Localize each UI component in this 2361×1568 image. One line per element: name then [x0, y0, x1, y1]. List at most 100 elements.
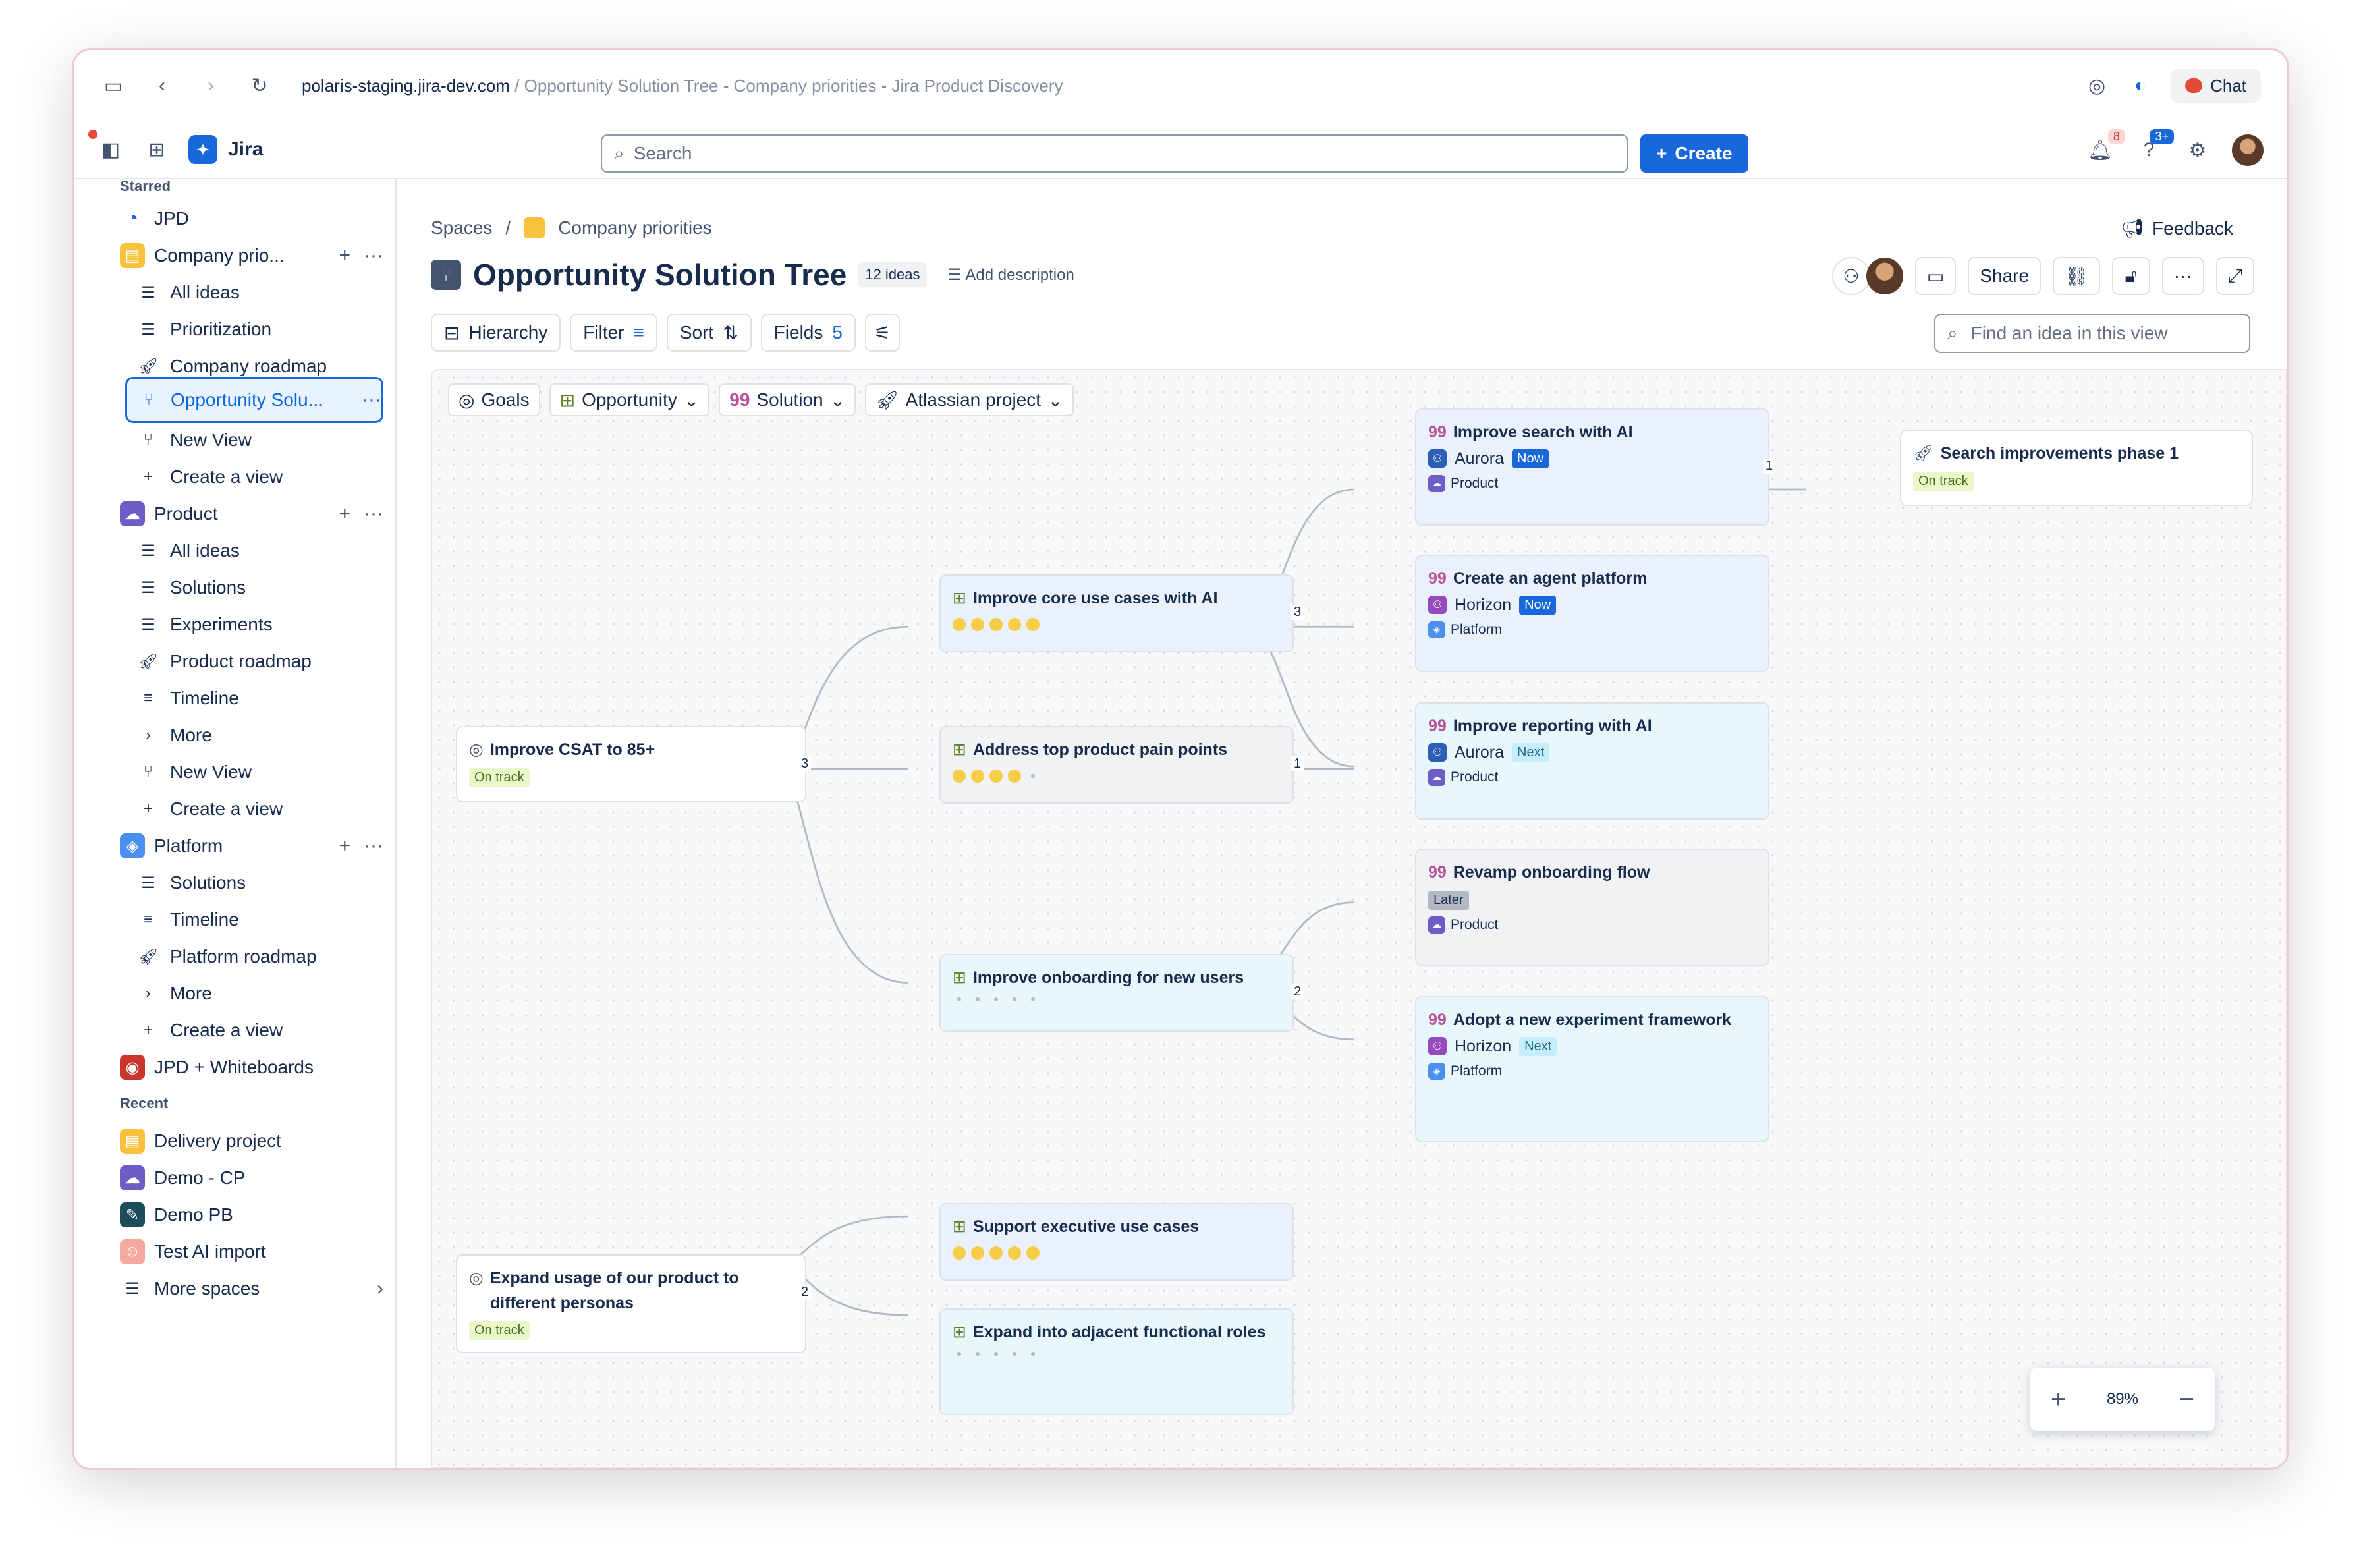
feedback-button[interactable]: 📢︎ Feedback: [2121, 217, 2233, 239]
sort-button[interactable]: Sort ⇅: [666, 314, 752, 352]
add-people-icon[interactable]: ⚇: [1831, 257, 1870, 295]
rocket-icon: 🚀︎: [875, 389, 899, 410]
opportunity-card[interactable]: ⊞ Address top product pain points: [939, 726, 1294, 804]
more-icon[interactable]: ···: [364, 503, 383, 525]
solution-chip[interactable]: 99 Solution ⌄: [719, 383, 856, 416]
app-switcher-icon[interactable]: ⊞: [142, 135, 171, 164]
address-bar[interactable]: polaris-staging.jira-dev.com / Opportuni…: [302, 76, 1063, 96]
share-button[interactable]: Share: [1968, 257, 2042, 295]
add-icon[interactable]: +: [339, 244, 350, 267]
collapse-sidebar-icon[interactable]: ◧: [88, 130, 125, 164]
sidebar-item-create-view[interactable]: + Create a view: [136, 792, 383, 826]
sidebar-item-company-priorities[interactable]: ▤ Company prio... + ···: [120, 238, 383, 273]
lock-button[interactable]: 🔓︎: [2111, 257, 2150, 295]
forward-icon[interactable]: ›: [198, 72, 224, 99]
more-actions-button[interactable]: ···: [2161, 257, 2204, 295]
create-button[interactable]: + Create: [1640, 134, 1748, 173]
team-icon: ⚇: [1428, 449, 1447, 468]
children-count[interactable]: 3: [1291, 605, 1304, 620]
filter-button[interactable]: Filter ≡: [570, 314, 657, 352]
fields-button[interactable]: Fields 5: [760, 314, 856, 352]
solution-card[interactable]: 99 Revamp onboarding flow Later ☁ Product: [1415, 849, 1769, 966]
opportunity-card[interactable]: ⊞ Improve core use cases with AI: [939, 574, 1294, 652]
jira-logo-icon[interactable]: ✦: [188, 135, 217, 164]
profile-avatar[interactable]: [2232, 134, 2264, 166]
sidebar-item-product-roadmap[interactable]: 🚀︎ Product roadmap: [136, 644, 383, 679]
settings-icon[interactable]: ⚙: [2183, 136, 2212, 165]
sidebar-item-demo-pb[interactable]: ✎ Demo PB: [120, 1198, 383, 1232]
sidebar-item-jpd-whiteboards[interactable]: ◉ JPD + Whiteboards: [120, 1050, 383, 1084]
find-idea-input[interactable]: ⌕ Find an idea in this view: [1934, 314, 2250, 353]
solution-card[interactable]: 99 Improve reporting with AI ⚇ Aurora Next …: [1415, 702, 1769, 820]
sidebar-item-create-view[interactable]: + Create a view: [136, 460, 383, 494]
zoom-out-button[interactable]: −: [2179, 1385, 2194, 1414]
help-icon[interactable]: ? 3+: [2134, 129, 2174, 165]
sidebar-item-new-view[interactable]: ⑂ New View: [136, 423, 383, 457]
sidebar-item-opportunity-solution-tree[interactable]: ⑂ Opportunity Solu... ···: [125, 377, 383, 423]
hierarchy-button[interactable]: ⊟ Hierarchy: [431, 314, 561, 352]
children-count[interactable]: 2: [798, 1285, 812, 1300]
sidebar-item-all-ideas[interactable]: ☰ All ideas: [136, 275, 383, 310]
goal-card[interactable]: ◎ Expand usage of our product to differen…: [456, 1254, 806, 1353]
atlassian-project-chip[interactable]: 🚀︎ Atlassian project ⌄: [865, 383, 1074, 416]
sidebar-item-solutions[interactable]: ☰ Solutions: [136, 866, 383, 900]
view-settings-button[interactable]: ⚟: [864, 314, 901, 352]
tree-canvas[interactable]: ◎ Goals ⊞ Opportunity ⌄ 99 Solution ⌄ 🚀︎…: [431, 369, 2287, 1468]
sidebar-item-more-spaces[interactable]: ☰ More spaces ›: [120, 1272, 383, 1306]
more-icon[interactable]: ···: [364, 244, 383, 267]
children-count[interactable]: 2: [1291, 984, 1304, 999]
sidebar-item-all-ideas[interactable]: ☰ All ideas: [136, 534, 383, 568]
more-icon[interactable]: ···: [362, 389, 381, 411]
children-count[interactable]: 3: [798, 756, 812, 771]
sidebar-item-experiments[interactable]: ☰ Experiments: [136, 607, 383, 642]
search-input[interactable]: ⌕ Search: [601, 134, 1628, 173]
sidebar-item-new-view[interactable]: ⑂ New View: [136, 755, 383, 789]
opportunity-chip[interactable]: ⊞ Opportunity ⌄: [549, 383, 710, 416]
sidebar-item-platform[interactable]: ◈ Platform + ···: [120, 829, 383, 863]
goals-chip[interactable]: ◎ Goals: [448, 383, 540, 416]
collaborator-avatar[interactable]: [1866, 258, 1903, 294]
opportunity-card[interactable]: ⊞ Improve onboarding for new users: [939, 954, 1294, 1032]
goal-card[interactable]: ◎ Improve CSAT to 85+ On track: [456, 726, 806, 802]
sidebar-item-test-ai-import[interactable]: ☺ Test AI import: [120, 1235, 383, 1269]
sidebar-item-more[interactable]: › More: [136, 976, 383, 1011]
rocket-icon: 🚀︎: [138, 652, 159, 671]
sidebar-item-more[interactable]: › More: [136, 718, 383, 752]
sidebar-item-jpd[interactable]: ◔ JPD: [120, 202, 383, 236]
solution-card[interactable]: 99 Improve search with AI ⚇ Aurora Now ☁ Pro…: [1415, 408, 1769, 526]
solution-card[interactable]: 99 Create an agent platform ⚇ Horizon Now ◈…: [1415, 555, 1769, 672]
add-icon[interactable]: +: [339, 503, 350, 525]
notifications-icon[interactable]: 🔔︎ 8: [2086, 129, 2125, 165]
sidebar-item-solutions[interactable]: ☰ Solutions: [136, 571, 383, 605]
more-icon[interactable]: ···: [364, 835, 383, 857]
zoom-in-button[interactable]: +: [2051, 1385, 2066, 1414]
children-count[interactable]: 1: [1763, 459, 1776, 474]
fullscreen-button[interactable]: ⤢: [2215, 257, 2254, 295]
sidebar-item-product[interactable]: ☁ Product + ···: [120, 497, 383, 531]
sidebar-item-timeline[interactable]: ≡ Timeline: [136, 681, 383, 715]
extension-icon[interactable]: ◎: [2084, 72, 2110, 99]
reload-icon[interactable]: ↻: [246, 72, 273, 99]
sidebar-item-timeline[interactable]: ≡ Timeline: [136, 903, 383, 937]
copy-link-button[interactable]: ⛓: [2053, 257, 2100, 295]
sidebar-item-demo-cp[interactable]: ☁ Demo - CP: [120, 1161, 383, 1195]
opportunity-card[interactable]: ⊞ Expand into adjacent functional roles: [939, 1308, 1294, 1415]
breadcrumb-project[interactable]: Company priorities: [558, 217, 711, 238]
sidebar-item-platform-roadmap[interactable]: 🚀︎ Platform roadmap: [136, 939, 383, 974]
add-icon[interactable]: +: [339, 835, 350, 857]
sidebar-item-delivery-project[interactable]: ▤ Delivery project: [120, 1124, 383, 1158]
breadcrumb-spaces[interactable]: Spaces: [431, 217, 492, 238]
opportunity-card[interactable]: ⊞ Support executive use cases: [939, 1203, 1294, 1281]
sidebar-item-prioritization[interactable]: ☰ Prioritization: [136, 312, 383, 347]
children-count[interactable]: 1: [1291, 756, 1304, 771]
page-title[interactable]: Opportunity Solution Tree: [473, 257, 847, 293]
project-card[interactable]: 🚀︎ Search improvements phase 1 On track: [1900, 430, 2253, 506]
sidebar-item-create-view[interactable]: + Create a view: [136, 1013, 383, 1048]
add-description-button[interactable]: ☰ Add description: [948, 266, 1074, 285]
back-icon[interactable]: ‹: [149, 72, 175, 99]
rovo-icon[interactable]: ◐: [2127, 72, 2153, 99]
comments-button[interactable]: ▭: [1914, 257, 1957, 295]
chat-button[interactable]: Chat: [2171, 69, 2261, 103]
solution-card[interactable]: 99 Adopt a new experiment framework ⚇ Hori…: [1415, 996, 1769, 1142]
sidebar-toggle-icon[interactable]: ▭: [100, 72, 126, 99]
